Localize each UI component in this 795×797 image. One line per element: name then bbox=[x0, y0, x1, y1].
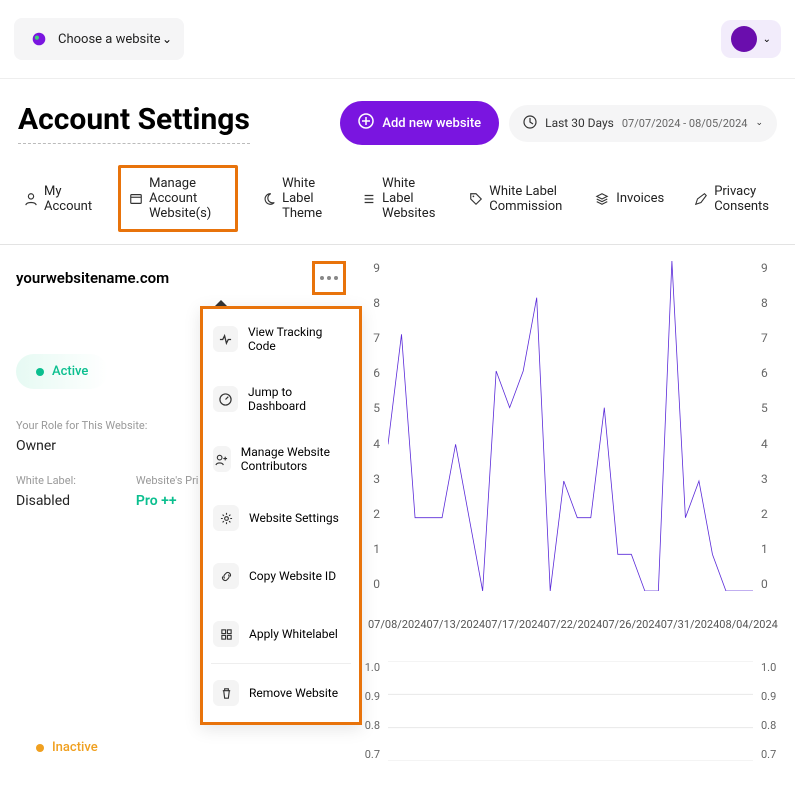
menu-view-tracking-code[interactable]: View Tracking Code bbox=[203, 309, 359, 369]
white-label-label: White Label: bbox=[16, 474, 76, 487]
chart2-yaxis-left: 1.00.90.80.7 bbox=[362, 661, 380, 761]
plus-circle-icon bbox=[358, 113, 374, 133]
chart2-yaxis-right: 1.00.90.80.7 bbox=[761, 661, 779, 761]
pen-icon bbox=[694, 191, 708, 207]
chart-yaxis-left: 9876543210 bbox=[362, 261, 380, 591]
window-icon bbox=[129, 191, 143, 207]
status-label: Active bbox=[52, 364, 88, 379]
tab-my-account[interactable]: My Account bbox=[18, 180, 100, 218]
secondary-chart: 1.00.90.80.7 1.00.90.80.7 bbox=[362, 661, 779, 781]
tab-white-label-commission[interactable]: White Label Commission bbox=[463, 180, 570, 218]
grid-icon bbox=[213, 621, 239, 647]
list-icon bbox=[362, 191, 376, 207]
status-pill-inactive: Inactive bbox=[16, 730, 118, 765]
menu-apply-whitelabel[interactable]: Apply Whitelabel bbox=[203, 605, 359, 663]
user-plus-icon bbox=[213, 446, 231, 472]
site-selector-label: Choose a website bbox=[58, 32, 161, 47]
clock-icon bbox=[523, 115, 537, 132]
date-range-selector[interactable]: Last 30 Days 07/07/2024 - 08/05/2024 ⌄ bbox=[509, 105, 777, 142]
menu-website-settings[interactable]: Website Settings bbox=[203, 489, 359, 547]
status-dot-icon bbox=[36, 744, 44, 752]
chevron-down-icon: ⌄ bbox=[755, 118, 763, 128]
link-icon bbox=[213, 563, 239, 589]
tab-white-label-websites[interactable]: White Label Websites bbox=[356, 172, 445, 225]
website-name: yourwebsitename.com bbox=[16, 269, 312, 287]
menu-copy-website-id[interactable]: Copy Website ID bbox=[203, 547, 359, 605]
avatar-icon bbox=[731, 26, 757, 52]
add-website-label: Add new website bbox=[382, 116, 481, 131]
website-actions-menu: View Tracking Code Jump to Dashboard Man… bbox=[200, 306, 362, 725]
date-range-text: 07/07/2024 - 08/05/2024 bbox=[622, 117, 748, 130]
dots-icon bbox=[320, 276, 338, 280]
layers-icon bbox=[594, 191, 610, 207]
page-header: Account Settings Add new website Last 30… bbox=[0, 79, 795, 153]
menu-label: Apply Whitelabel bbox=[249, 627, 338, 641]
chart-yaxis-right: 9876543210 bbox=[761, 261, 779, 591]
chevron-down-icon: ⌄ bbox=[763, 34, 771, 45]
menu-jump-to-dashboard[interactable]: Jump to Dashboard bbox=[203, 369, 359, 429]
tab-privacy-consents[interactable]: Privacy Consents bbox=[688, 180, 777, 218]
gear-icon bbox=[213, 505, 239, 531]
tab-label: Invoices bbox=[616, 191, 664, 206]
page-title: Account Settings bbox=[18, 102, 250, 144]
tab-white-label-theme[interactable]: White Label Theme bbox=[256, 172, 338, 225]
visitors-chart: 9876543210 9876543210 07/08/202407/13/20… bbox=[362, 261, 779, 631]
status-pill-active: Active bbox=[16, 354, 108, 389]
add-website-button[interactable]: Add new website bbox=[340, 101, 499, 145]
moon-icon bbox=[262, 191, 276, 207]
user-icon bbox=[24, 191, 38, 207]
website-card-inactive: Inactive bbox=[16, 700, 346, 795]
header-actions: Add new website Last 30 Days 07/07/2024 … bbox=[340, 101, 777, 145]
logo-icon bbox=[30, 30, 48, 48]
website-actions-button[interactable] bbox=[312, 261, 346, 295]
charts-panel: 9876543210 9876543210 07/08/202407/13/20… bbox=[362, 261, 779, 781]
topbar: Choose a website ⌄ ⌄ bbox=[0, 0, 795, 79]
white-label-value: Disabled bbox=[16, 493, 76, 509]
chart-plot bbox=[388, 261, 753, 591]
menu-label: Jump to Dashboard bbox=[248, 385, 349, 413]
tag-icon bbox=[469, 191, 483, 207]
plan-label: Website's Pri bbox=[136, 474, 199, 487]
status-label: Inactive bbox=[52, 740, 98, 755]
site-selector[interactable]: Choose a website ⌄ bbox=[14, 18, 184, 60]
chevron-down-icon: ⌄ bbox=[162, 32, 172, 46]
tab-manage-websites[interactable]: Manage Account Website(s) bbox=[118, 165, 238, 232]
menu-label: View Tracking Code bbox=[248, 325, 349, 353]
chart2-plot bbox=[388, 661, 753, 761]
tab-invoices[interactable]: Invoices bbox=[588, 187, 670, 211]
tabs: My Account Manage Account Website(s) Whi… bbox=[0, 153, 795, 245]
tab-label: White Label Websites bbox=[382, 176, 439, 221]
user-avatar-menu[interactable]: ⌄ bbox=[721, 20, 781, 58]
tab-label: White Label Theme bbox=[282, 176, 332, 221]
date-label: Last 30 Days bbox=[545, 116, 614, 130]
menu-manage-contributors[interactable]: Manage Website Contributors bbox=[203, 429, 359, 489]
tab-label: My Account bbox=[44, 184, 94, 214]
menu-label: Manage Website Contributors bbox=[241, 445, 349, 473]
menu-label: Copy Website ID bbox=[249, 569, 336, 583]
tab-label: Privacy Consents bbox=[714, 184, 771, 214]
plan-value: Pro ++ bbox=[136, 493, 199, 509]
tab-label: Manage Account Website(s) bbox=[149, 176, 227, 221]
menu-arrow-icon bbox=[215, 300, 227, 306]
menu-label: Remove Website bbox=[249, 686, 338, 700]
menu-label: Website Settings bbox=[249, 511, 339, 525]
tab-label: White Label Commission bbox=[489, 184, 564, 214]
status-dot-icon bbox=[36, 368, 44, 376]
pulse-icon bbox=[213, 326, 238, 352]
chart-xaxis: 07/08/202407/13/202407/17/202407/22/2024… bbox=[362, 618, 779, 631]
gauge-icon bbox=[213, 386, 238, 412]
